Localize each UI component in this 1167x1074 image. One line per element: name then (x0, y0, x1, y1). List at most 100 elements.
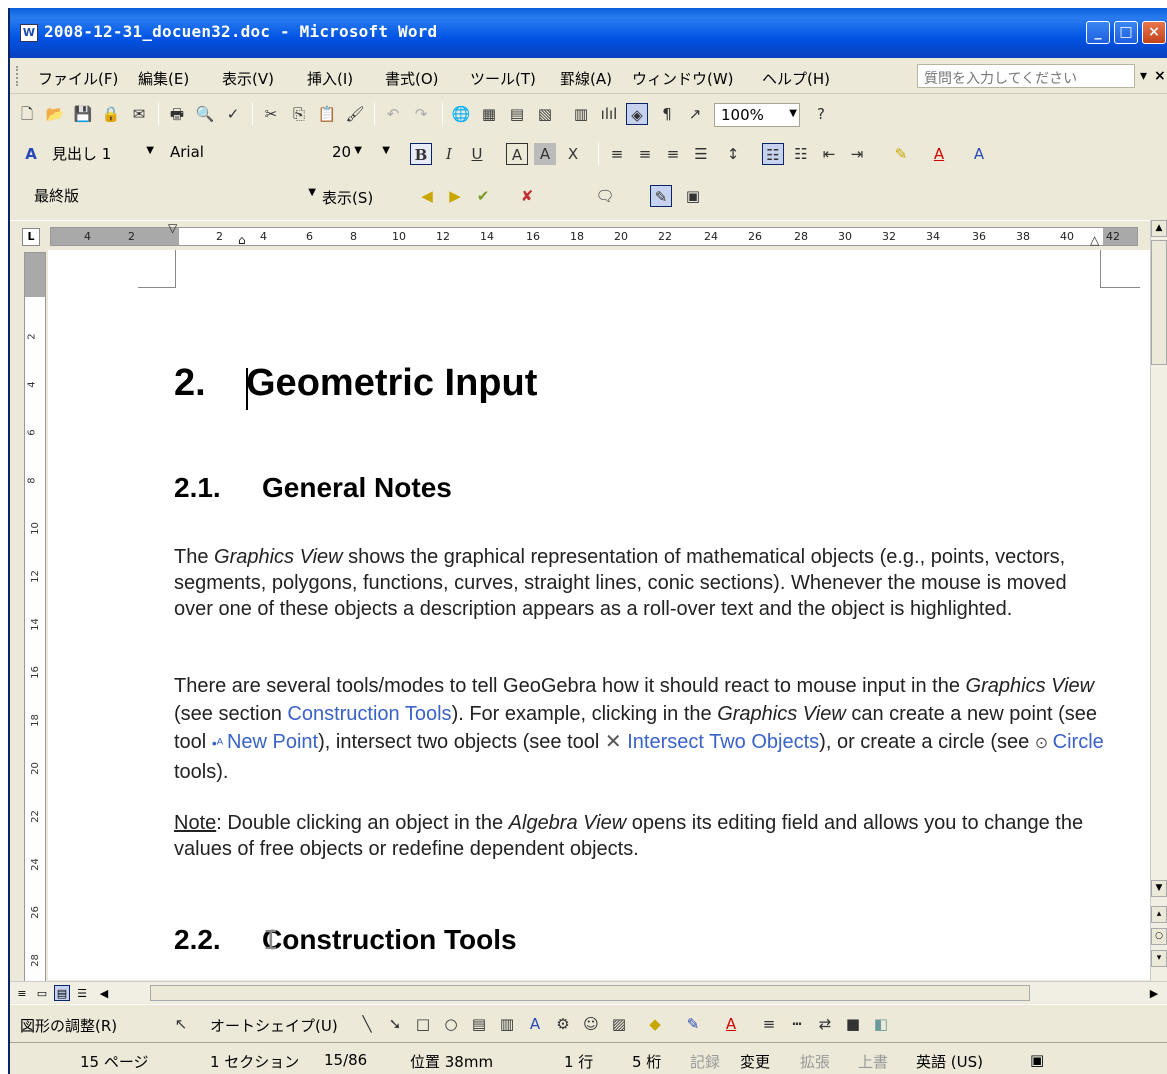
style-dropdown-icon[interactable]: ▼ (146, 145, 154, 156)
vertical-ruler[interactable]: 2 4 6 8 10 12 14 16 18 20 22 24 26 28 (24, 252, 46, 982)
rectangle-icon[interactable]: □ (412, 1013, 434, 1035)
font-size-combo[interactable]: 20 ▼ (326, 141, 392, 165)
horizontal-scrollbar[interactable]: ≡ ▭ ▤ ☰ ◀ ▶ (10, 981, 1167, 1003)
vertical-text-box-icon[interactable]: ▥ (496, 1013, 518, 1035)
bold-icon[interactable]: B (410, 143, 432, 165)
status-language[interactable]: 英語 (US) (916, 1051, 983, 1072)
menu-file[interactable]: ファイル(F) (38, 68, 118, 89)
line-spacing-icon[interactable]: ↕ (722, 143, 744, 165)
styles-pane-icon[interactable]: A (20, 143, 42, 165)
format-painter-icon[interactable]: 🖌 (344, 103, 366, 125)
previous-page-icon[interactable]: ▴ (1151, 906, 1167, 923)
fill-color-icon[interactable]: ◆ (644, 1013, 666, 1035)
undo-icon[interactable]: ↶ (382, 103, 404, 125)
clip-art-icon[interactable]: ☺ (580, 1013, 602, 1035)
previous-change-icon[interactable]: ◀ (416, 185, 438, 207)
heading-construction-tools[interactable]: 2.2. Construction Tools (174, 924, 517, 956)
normal-view-icon[interactable]: ≡ (14, 985, 30, 1001)
increase-indent-icon[interactable]: ⇥ (846, 143, 868, 165)
reject-change-icon[interactable]: ✘ (516, 185, 538, 207)
numbering-icon[interactable]: ☷ (762, 143, 784, 165)
align-right-icon[interactable]: ≡ (662, 143, 684, 165)
menu-window[interactable]: ウィンドウ(W) (632, 68, 734, 89)
distributed-icon[interactable]: ☰ (690, 143, 712, 165)
paste-icon[interactable]: 📋 (316, 103, 338, 125)
underline-icon[interactable]: U (466, 143, 488, 165)
copy-icon[interactable]: ⎘ (288, 103, 310, 125)
help-question-input[interactable]: 質問を入力してください (917, 64, 1135, 88)
char-shading-icon[interactable]: A (534, 143, 556, 165)
new-comment-icon[interactable]: 🗨 (594, 185, 616, 207)
construction-tools-link[interactable]: Construction Tools (287, 703, 451, 725)
open-icon[interactable]: 📂 (44, 103, 66, 125)
shadow-style-icon[interactable]: ■ (842, 1013, 864, 1035)
horizontal-ruler[interactable]: L 4 2 2 4 6 8 10 12 14 16 18 20 22 24 26… (10, 220, 1150, 250)
zoom-dropdown-icon[interactable]: ▼ (789, 108, 797, 119)
draw-menu[interactable]: 図形の調整(R) (20, 1015, 117, 1036)
redo-icon[interactable]: ↷ (410, 103, 432, 125)
arrow-icon[interactable]: ➘ (384, 1013, 406, 1035)
cut-icon[interactable]: ✂ (260, 103, 282, 125)
web-layout-icon[interactable]: ▭ (34, 985, 50, 1001)
menu-view[interactable]: 表示(V) (222, 68, 274, 89)
print-icon[interactable]: 🖶 (166, 103, 188, 125)
status-extend-selection[interactable]: 拡張 (800, 1051, 830, 1072)
menu-edit[interactable]: 編集(E) (138, 68, 189, 89)
status-track-changes[interactable]: 変更 (740, 1051, 770, 1072)
insert-table-icon[interactable]: ▤ (506, 103, 528, 125)
next-page-icon[interactable]: ▾ (1151, 950, 1167, 967)
scroll-right-icon[interactable]: ▶ (1146, 985, 1162, 1001)
circle-link[interactable]: Circle (1053, 731, 1104, 753)
wordart-icon[interactable]: A (524, 1013, 546, 1035)
decrease-indent-icon[interactable]: ⇤ (818, 143, 840, 165)
help-dropdown-icon[interactable]: ▾ (1140, 68, 1147, 84)
next-change-icon[interactable]: ▶ (444, 185, 466, 207)
permission-icon[interactable]: 🔒 (100, 103, 122, 125)
display-for-review-combo[interactable]: 最終版 ▼ (28, 183, 318, 207)
save-icon[interactable]: 💾 (72, 103, 94, 125)
print-layout-icon[interactable]: ▤ (54, 985, 70, 1001)
reviewing-pane-icon[interactable]: ▣ (682, 185, 704, 207)
help-icon[interactable]: ? (810, 103, 832, 125)
line-icon[interactable]: ╲ (356, 1013, 378, 1035)
accept-change-icon[interactable]: ✔ (472, 185, 494, 207)
vertical-scroll-thumb[interactable] (1151, 240, 1167, 365)
menu-help[interactable]: ヘルプ(H) (762, 68, 830, 89)
status-overtype[interactable]: 上書 (858, 1051, 888, 1072)
line-color-icon[interactable]: ✎ (682, 1013, 704, 1035)
document-map-icon[interactable]: ◈ (626, 103, 648, 125)
mail-icon[interactable]: ✉ (128, 103, 150, 125)
align-center-icon[interactable]: ≡ (634, 143, 656, 165)
heading-general-notes[interactable]: 2.1. General Notes (174, 472, 452, 504)
view-mode-dropdown-icon[interactable]: ▼ (308, 187, 316, 198)
drawing-icon[interactable]: ılıl (598, 103, 620, 125)
oval-icon[interactable]: ○ (440, 1013, 462, 1035)
hanging-indent-marker[interactable]: ⌂ (238, 233, 246, 247)
zoom-combo[interactable]: 100% ▼ (714, 103, 800, 127)
bullets-icon[interactable]: ☷ (790, 143, 812, 165)
italic-icon[interactable]: I (438, 143, 460, 165)
paragraph-note[interactable]: Note: Double clicking an object in the A… (174, 810, 1104, 862)
spelling-icon[interactable]: ✓ (222, 103, 244, 125)
right-indent-marker[interactable]: △ (1090, 233, 1099, 247)
vertical-scrollbar[interactable]: ▲ ▼ ▴ ○ ▾ (1150, 220, 1167, 982)
show-markup-menu[interactable]: 表示(S) (322, 187, 373, 208)
horizontal-scroll-thumb[interactable] (150, 985, 1030, 1001)
autoshapes-menu[interactable]: オートシェイプ(U) (210, 1015, 338, 1036)
phonetic-guide-icon[interactable]: A (968, 143, 990, 165)
new-point-link[interactable]: New Point (227, 731, 318, 753)
style-combo[interactable]: 見出し 1 ▼ (46, 141, 156, 165)
close-document-icon[interactable]: × (1154, 68, 1166, 84)
line-style-icon[interactable]: ≡ (758, 1013, 780, 1035)
size-dropdown-icon[interactable]: ▼ (382, 145, 390, 156)
draw-font-color-icon[interactable]: A (720, 1013, 742, 1035)
intersect-two-objects-link[interactable]: Intersect Two Objects (627, 731, 819, 753)
new-document-icon[interactable]: 🗋 (16, 103, 38, 125)
font-color-icon[interactable]: A (928, 143, 950, 165)
first-line-indent-marker[interactable]: ▽ (168, 221, 177, 235)
close-button[interactable]: × (1142, 21, 1166, 44)
scroll-left-icon[interactable]: ◀ (96, 985, 112, 1001)
insert-excel-icon[interactable]: ▧ (534, 103, 556, 125)
status-record-macro[interactable]: 記録 (690, 1051, 720, 1072)
track-changes-icon[interactable]: ✎ (650, 185, 672, 207)
